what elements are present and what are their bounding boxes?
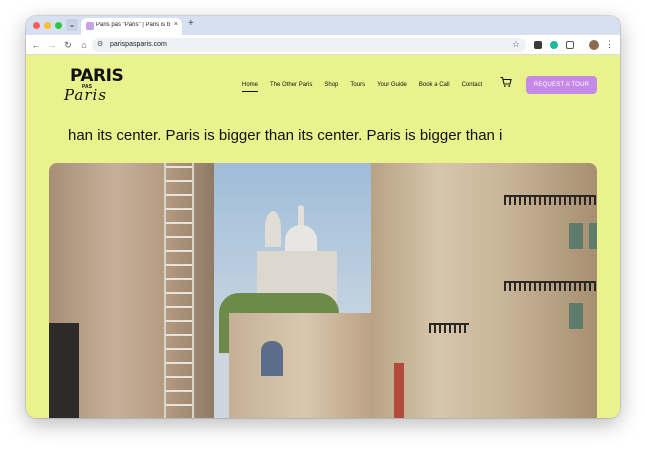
nav-tours[interactable]: Tours [350, 82, 365, 92]
tab-search-button[interactable]: ⌄ [66, 19, 78, 31]
request-a-tour-button[interactable]: REQUEST A TOUR [526, 76, 597, 94]
site-logo[interactable]: PARIS PAS Paris [62, 66, 124, 106]
home-icon[interactable]: ⌂ [78, 39, 90, 51]
marquee-banner: han its center. Paris is bigger than its… [68, 125, 572, 147]
logo-paris: PARIS [70, 66, 124, 86]
nav-your-guide[interactable]: Your Guide [377, 82, 407, 92]
address-bar[interactable]: ⚙ parispasparis.com ☆ [92, 38, 526, 52]
new-tab-button[interactable]: + [188, 18, 194, 29]
hero-image [49, 163, 597, 418]
reload-icon[interactable]: ↻ [62, 39, 74, 51]
extension-icon[interactable] [534, 41, 542, 49]
tab-close-button[interactable]: × [174, 21, 178, 28]
back-icon[interactable]: ← [30, 39, 42, 51]
balcony [504, 195, 596, 205]
nav-the-other-paris[interactable]: The Other Paris [270, 82, 312, 92]
site-info-icon[interactable]: ⚙ [97, 40, 103, 48]
scaffolding [164, 163, 194, 418]
star-icon[interactable]: ☆ [512, 39, 520, 50]
browser-window: ⌄ Paris pas "Paris" | Paris is big × + ←… [26, 16, 620, 418]
browser-toolbar: ← → ↻ ⌂ ⚙ parispasparis.com ☆ ⋮ [26, 35, 620, 55]
tab-title: Paris pas "Paris" | Paris is big [96, 22, 170, 28]
marquee-text: han its center. Paris is bigger than its… [68, 127, 503, 144]
balcony [429, 323, 469, 333]
nav-contact[interactable]: Contact [462, 82, 483, 92]
maximize-window-button[interactable] [55, 22, 62, 29]
nav-book-a-call[interactable]: Book a Call [419, 82, 450, 92]
extension-icon[interactable] [550, 41, 558, 49]
extensions-puzzle-icon[interactable] [566, 41, 574, 49]
favicon-icon [86, 22, 94, 30]
logo-script: Paris [64, 86, 108, 104]
active-tab[interactable]: Paris pas "Paris" | Paris is big × [81, 18, 182, 35]
profile-avatar[interactable] [589, 40, 599, 50]
cart-icon[interactable] [500, 76, 512, 88]
minimize-window-button[interactable] [44, 22, 51, 29]
balcony [504, 281, 596, 291]
tab-strip: ⌄ Paris pas "Paris" | Paris is big × + [26, 16, 620, 35]
nav-home[interactable]: Home [242, 82, 259, 92]
close-window-button[interactable] [33, 22, 40, 29]
shop-sign [394, 363, 404, 418]
web-page: PARIS PAS Paris Home The Other Paris Sho… [26, 56, 620, 418]
menu-icon[interactable]: ⋮ [605, 39, 614, 50]
nav-shop[interactable]: Shop [324, 82, 338, 92]
middle-buildings [229, 313, 379, 418]
forward-icon[interactable]: → [46, 39, 58, 51]
main-nav: Home The Other Paris Shop Tours Your Gui… [242, 82, 482, 92]
url-text[interactable]: parispasparis.com [110, 41, 167, 48]
